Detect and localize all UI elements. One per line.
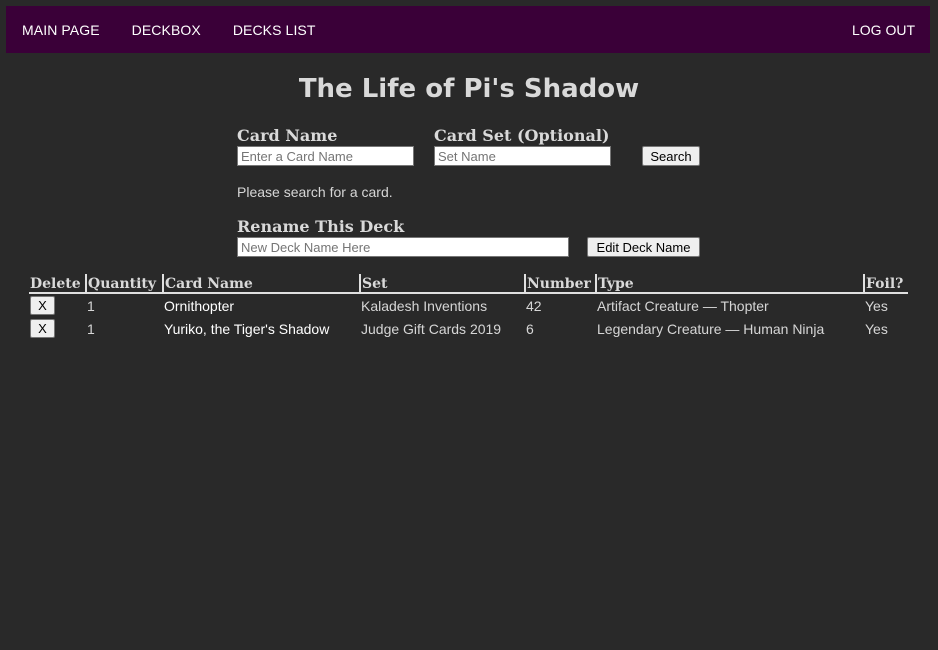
set-cell: Kaladesh Inventions [361,297,488,314]
foil-cell: Yes [865,320,888,337]
deck-card-table: Delete Quantity Card Name Set Number Typ… [29,274,908,340]
top-navbar: MAIN PAGE DECKBOX DECKS LIST LOG OUT [6,6,930,53]
quantity-cell: 1 [87,297,95,314]
nav-decks-list-link[interactable]: DECKS LIST [233,22,316,38]
card-name-cell: Ornithopter [164,297,235,314]
nav-main-page-link[interactable]: MAIN PAGE [22,22,100,38]
card-set-input[interactable] [434,146,611,166]
header-set: Set [359,274,525,294]
delete-cell: X [29,293,86,317]
header-card-name: Card Name [162,274,360,294]
foil-cell: Yes [865,297,888,314]
number-cell: 42 [526,297,542,314]
type-cell: Artifact Creature — Thopter [597,297,769,314]
table-header-row: Delete Quantity Card Name Set Number Typ… [29,274,908,294]
nav-deckbox-link[interactable]: DECKBOX [132,22,201,38]
header-foil: Foil? [863,274,908,294]
type-cell: Legendary Creature — Human Ninja [597,320,825,337]
edit-deck-name-button[interactable]: Edit Deck Name [587,237,700,257]
card-name-label: Card Name [237,126,338,145]
table-row: X 1 Yuriko, the Tiger's Shadow Judge Gif… [29,317,908,340]
quantity-cell: 1 [87,320,95,337]
delete-card-button[interactable]: X [30,296,55,315]
header-delete: Delete [29,274,86,294]
search-status-text: Please search for a card. [237,184,393,200]
new-deck-name-input[interactable] [237,237,569,257]
delete-cell: X [29,317,86,340]
header-quantity: Quantity [85,274,163,294]
table-row: X 1 Ornithopter Kaladesh Inventions 42 A… [29,293,908,317]
card-name-input[interactable] [237,146,414,166]
card-name-cell: Yuriko, the Tiger's Shadow [164,320,330,337]
deck-title: The Life of Pi's Shadow [298,74,640,104]
delete-card-button[interactable]: X [30,319,55,338]
nav-log-out-link[interactable]: LOG OUT [852,22,915,38]
set-cell: Judge Gift Cards 2019 [361,320,502,337]
header-type: Type [595,274,864,294]
search-button[interactable]: Search [642,146,700,166]
header-number: Number [524,274,596,294]
rename-deck-label: Rename This Deck [237,217,405,236]
card-set-label: Card Set (Optional) [434,126,610,145]
number-cell: 6 [526,320,534,337]
